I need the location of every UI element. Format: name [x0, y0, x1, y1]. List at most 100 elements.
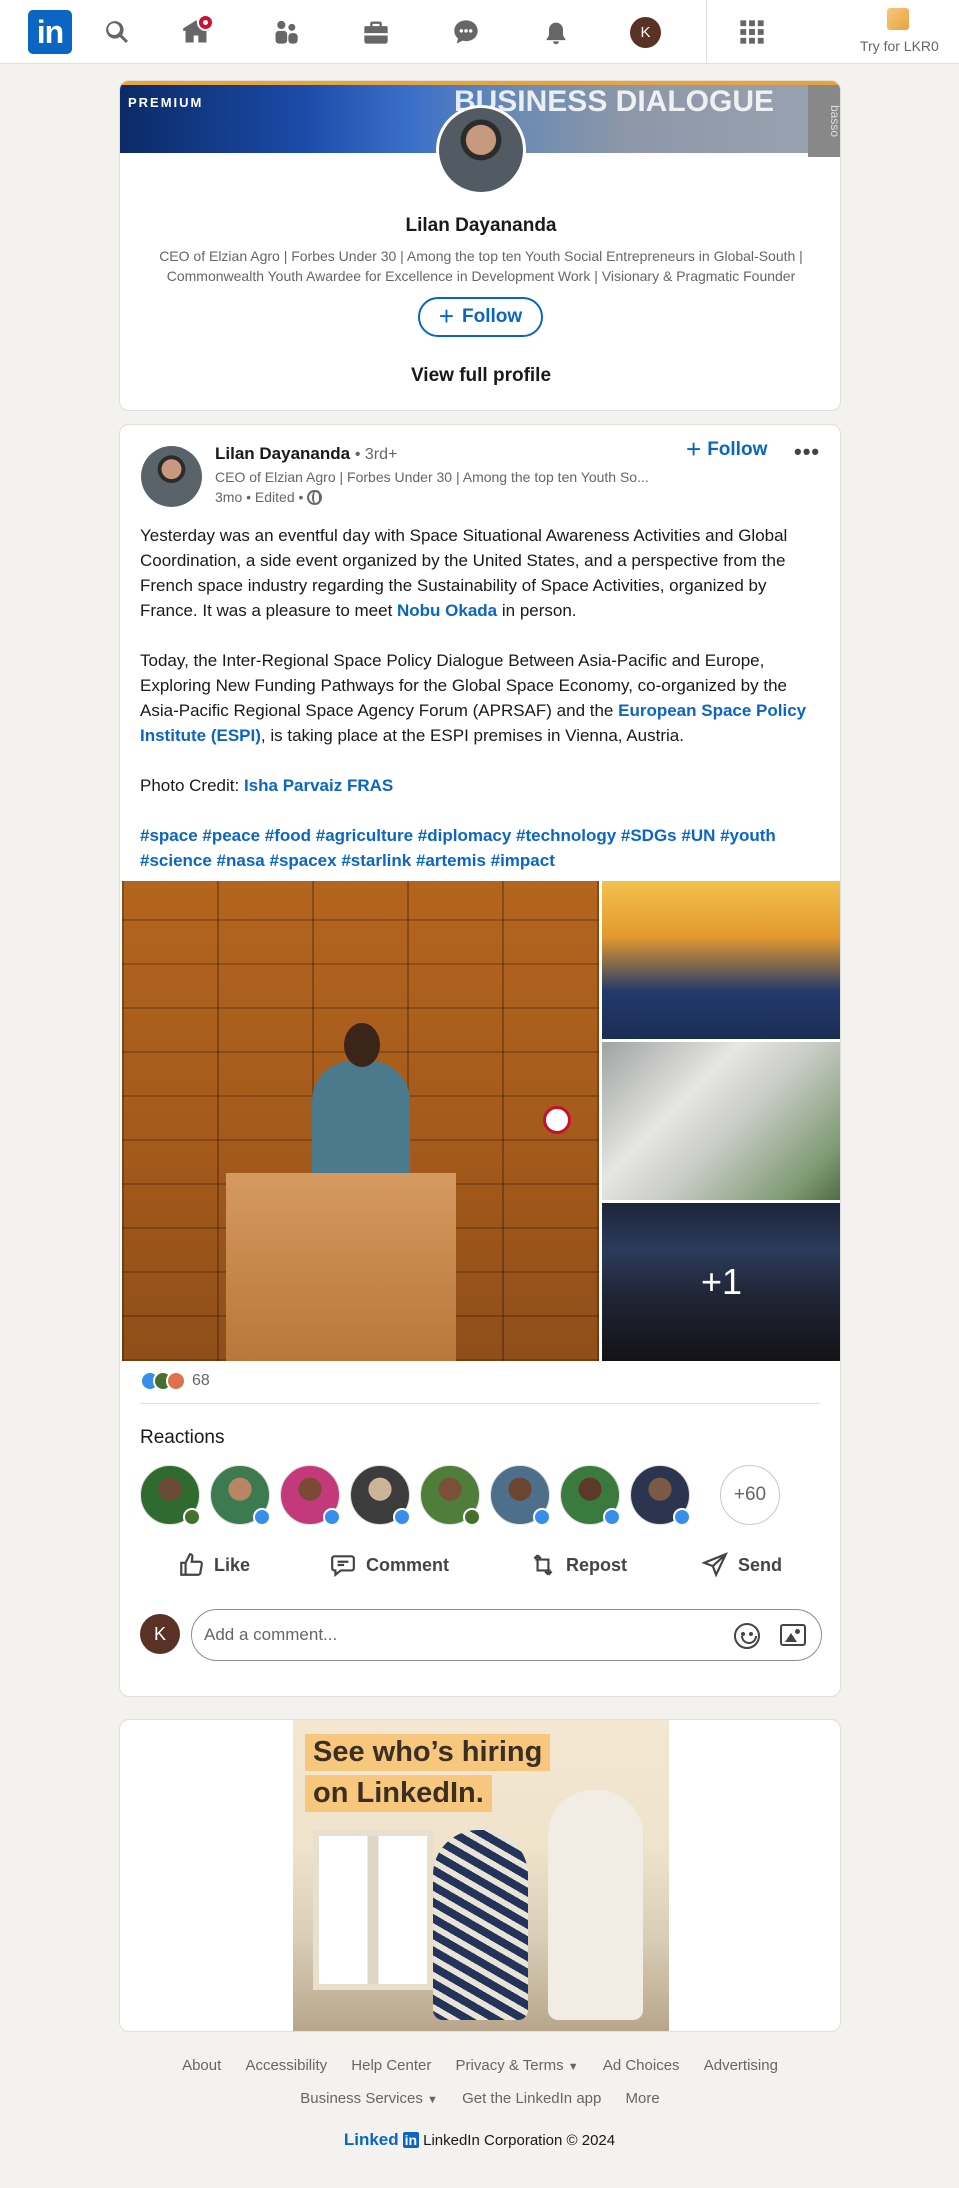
gallery-photo-3[interactable]	[602, 1042, 840, 1200]
author-name-text[interactable]: Lilan Dayananda	[215, 444, 350, 463]
photo-credit-label: Photo Credit:	[140, 776, 244, 795]
me-avatar[interactable]: K	[630, 17, 661, 48]
like-icon	[603, 1508, 621, 1526]
post-follow-label: Follow	[707, 439, 768, 460]
send-icon	[702, 1552, 728, 1578]
repost-label: Repost	[566, 1554, 628, 1575]
follow-label: Follow	[462, 306, 523, 327]
footer-link-advertising[interactable]: Advertising	[704, 2057, 778, 2074]
more-photos-overlay[interactable]: +1	[602, 1203, 840, 1361]
reaction-count[interactable]: 68	[192, 1372, 210, 1390]
speaker-head	[344, 1023, 380, 1067]
view-full-profile-link[interactable]: View full profile	[120, 365, 840, 387]
profile-name[interactable]: Lilan Dayananda	[120, 215, 840, 237]
privacy-terms-label: Privacy & Terms	[455, 2057, 564, 2074]
reaction-summary[interactable]: 68	[140, 1371, 210, 1391]
comment-button[interactable]: Comment	[330, 1541, 449, 1589]
footer-link-business-services[interactable]: Business Services ▼	[300, 2090, 438, 2107]
post-follow-button[interactable]: + Follow	[686, 436, 768, 462]
mention-link[interactable]: Isha Parvaiz FRAS	[244, 776, 393, 795]
profile-photo[interactable]	[436, 105, 526, 195]
banner-side-text: basso	[808, 85, 840, 157]
post-paragraph-1: Yesterday was an eventful day with Space…	[140, 523, 820, 623]
premium-label: PREMIUM	[128, 95, 204, 110]
home-icon[interactable]	[178, 14, 214, 50]
author-name[interactable]: Lilan Dayananda • 3rd+	[215, 444, 397, 464]
reactor-avatar[interactable]	[140, 1465, 201, 1526]
hashtags-line-2[interactable]: #science #nasa #spacex #starlink #artemi…	[140, 848, 820, 873]
reactor-avatar[interactable]	[490, 1465, 551, 1526]
footer-row-2: Business Services ▼ Get the LinkedIn app…	[119, 2083, 841, 2116]
repost-icon	[533, 1554, 553, 1576]
emoji-icon[interactable]	[734, 1623, 760, 1649]
footer-link-ad-choices[interactable]: Ad Choices	[603, 2057, 680, 2074]
ad-card: See who’s hiring on LinkedIn.	[119, 1719, 841, 2032]
footer-link-privacy-terms[interactable]: Privacy & Terms ▼	[456, 2057, 579, 2074]
repost-button[interactable]: Repost	[530, 1541, 627, 1589]
post-actions: Like Comment Repost Send	[120, 1541, 840, 1589]
post-text: Yesterday was an eventful day with Space…	[140, 523, 820, 873]
ad-person-graphic	[433, 1830, 528, 2020]
support-icon	[183, 1508, 201, 1526]
like-icon	[533, 1508, 551, 1526]
send-button[interactable]: Send	[702, 1541, 782, 1589]
connection-degree: • 3rd+	[354, 446, 398, 463]
more-reactors-button[interactable]: +60	[720, 1465, 780, 1525]
photo-gallery: +1	[120, 881, 840, 1361]
gallery-photo-main[interactable]	[122, 881, 599, 1361]
premium-icon[interactable]	[887, 8, 909, 30]
reactor-avatar[interactable]	[210, 1465, 271, 1526]
footer-link-about[interactable]: About	[182, 2057, 221, 2074]
footer-links: About Accessibility Help Center Privacy …	[119, 2050, 841, 2116]
image-icon[interactable]	[780, 1624, 806, 1646]
apps-grid-icon[interactable]	[734, 14, 770, 50]
comment-icon	[331, 1555, 355, 1578]
footer-link-get-app[interactable]: Get the LinkedIn app	[462, 2090, 601, 2107]
my-network-icon[interactable]	[268, 14, 304, 50]
hashtags-line-1[interactable]: #space #peace #food #agriculture #diplom…	[140, 823, 820, 848]
chevron-down-icon: ▼	[427, 2094, 438, 2106]
footer-link-accessibility[interactable]: Accessibility	[245, 2057, 327, 2074]
mention-link[interactable]: Nobu Okada	[397, 601, 497, 620]
hiring-ad-image[interactable]: See who’s hiring on LinkedIn.	[293, 1720, 669, 2031]
photo-credit: Photo Credit: Isha Parvaiz FRAS	[140, 773, 820, 798]
post-meta: 3mo • Edited •	[215, 489, 323, 505]
ad-headline-line-1: See who’s hiring	[305, 1734, 551, 1771]
follow-button[interactable]: + Follow	[418, 297, 543, 337]
reactor-avatar[interactable]	[630, 1465, 691, 1526]
linkedin-wordmark: Linked	[343, 2130, 399, 2149]
linkedin-logo[interactable]: in	[28, 10, 72, 54]
reactor-avatar[interactable]	[560, 1465, 621, 1526]
notifications-icon[interactable]	[538, 14, 574, 50]
gallery-photo-2[interactable]	[602, 881, 840, 1039]
messaging-icon[interactable]	[448, 14, 484, 50]
comment-input[interactable]	[204, 1610, 704, 1660]
ad-headline-line-2: on LinkedIn.	[305, 1775, 492, 1812]
like-icon	[323, 1508, 341, 1526]
global-nav: in K Try for LKR0	[0, 0, 959, 64]
support-icon	[463, 1508, 481, 1526]
reactor-avatar[interactable]	[420, 1465, 481, 1526]
reactor-avatar[interactable]	[280, 1465, 341, 1526]
hashtags[interactable]: #space #peace #food #agriculture #diplom…	[140, 823, 820, 873]
ad-window-graphic	[313, 1830, 433, 1990]
reactions-heading: Reactions	[140, 1427, 225, 1448]
gallery-photo-4[interactable]: +1	[602, 1203, 840, 1361]
author-avatar[interactable]	[141, 446, 202, 507]
footer-link-more[interactable]: More	[626, 2090, 660, 2107]
try-premium-link[interactable]: Try for LKR0	[860, 38, 939, 54]
comment-box[interactable]	[191, 1609, 822, 1661]
notification-dot	[197, 14, 214, 31]
ad-person-graphic	[548, 1790, 643, 2020]
search-icon[interactable]	[99, 14, 135, 50]
like-icon	[253, 1508, 271, 1526]
podium	[226, 1173, 456, 1361]
reactor-avatar[interactable]	[350, 1465, 411, 1526]
jobs-icon[interactable]	[358, 14, 394, 50]
more-options-icon[interactable]: •••	[794, 439, 820, 465]
like-icon	[393, 1508, 411, 1526]
footer-link-help-center[interactable]: Help Center	[351, 2057, 431, 2074]
post-timestamp: 3mo • Edited •	[215, 489, 304, 505]
footer-row-1: About Accessibility Help Center Privacy …	[119, 2050, 841, 2083]
like-button[interactable]: Like	[178, 1541, 250, 1589]
